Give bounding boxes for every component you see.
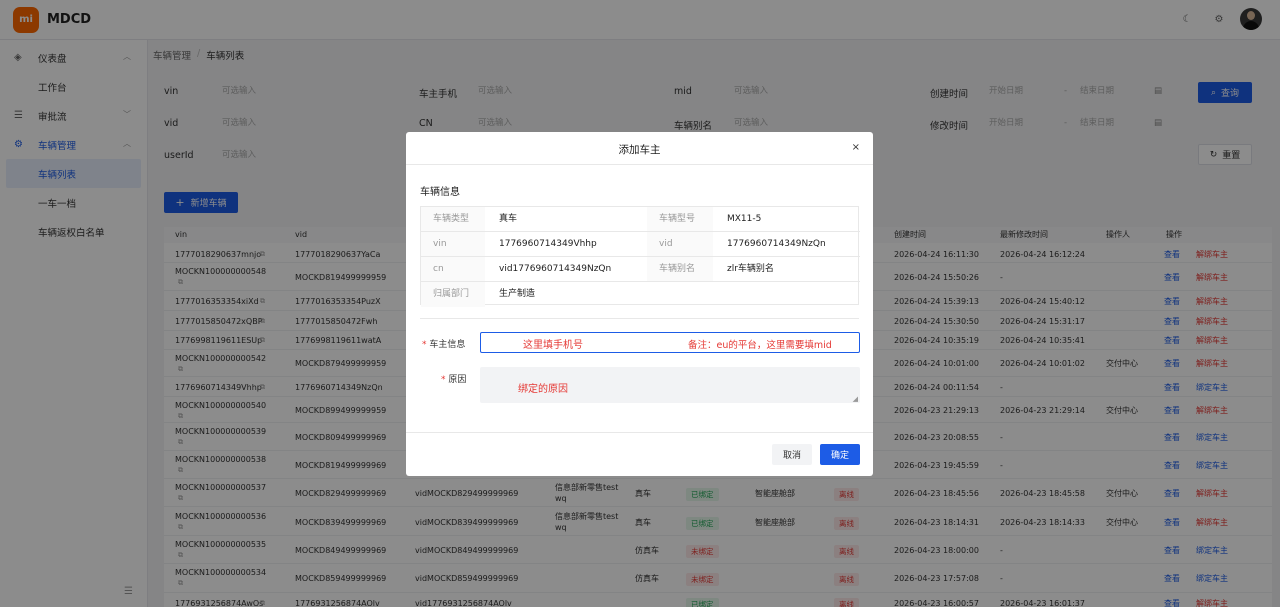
info-label: vin xyxy=(421,232,485,257)
dialog-title: 添加车主 xyxy=(618,144,661,156)
resize-handle-icon[interactable]: ◢ xyxy=(853,395,858,403)
info-value: 1776960714349Vhhp xyxy=(485,232,647,257)
info-label: cn xyxy=(421,257,485,282)
add-owner-dialog: 添加车主 × 车辆信息 车辆类型 真车 车辆型号 MX11-5 vin 1776… xyxy=(406,132,873,476)
info-label: 车辆型号 xyxy=(647,207,713,232)
owner-note-annotation: 备注：eu的平台，这里需要填mid xyxy=(688,340,832,351)
info-value: 1776960714349NzQn xyxy=(713,232,860,257)
info-value: 真车 xyxy=(485,207,647,232)
required-mark: * xyxy=(422,340,427,350)
info-value: zlr车辆别名 xyxy=(713,257,860,282)
info-label: 车辆类型 xyxy=(421,207,485,232)
owner-info-text: 车主信息 xyxy=(429,340,466,350)
reason-hint-annotation: 绑定的原因 xyxy=(518,384,568,395)
info-label: 归属部门 xyxy=(421,282,485,307)
reason-text: 原因 xyxy=(448,375,467,385)
divider xyxy=(406,432,873,433)
close-icon[interactable]: × xyxy=(852,142,860,153)
section-title: 车辆信息 xyxy=(420,187,460,198)
info-label: 车辆别名 xyxy=(647,257,713,282)
info-label: vid xyxy=(647,232,713,257)
vehicle-info-table: 车辆类型 真车 车辆型号 MX11-5 vin 1776960714349Vhh… xyxy=(420,206,860,307)
info-value: vid1776960714349NzQn xyxy=(485,257,647,282)
divider xyxy=(406,164,873,165)
divider xyxy=(420,318,859,319)
cancel-button[interactable]: 取消 xyxy=(772,444,812,465)
reason-label: * 原因 xyxy=(441,372,466,385)
owner-hint-annotation: 这里填手机号 xyxy=(523,340,583,351)
confirm-button[interactable]: 确定 xyxy=(820,444,860,465)
info-value: 生产制造 xyxy=(499,289,536,299)
info-value: MX11-5 xyxy=(713,207,860,232)
owner-info-label: * 车主信息 xyxy=(422,337,465,350)
required-mark: * xyxy=(441,375,446,385)
